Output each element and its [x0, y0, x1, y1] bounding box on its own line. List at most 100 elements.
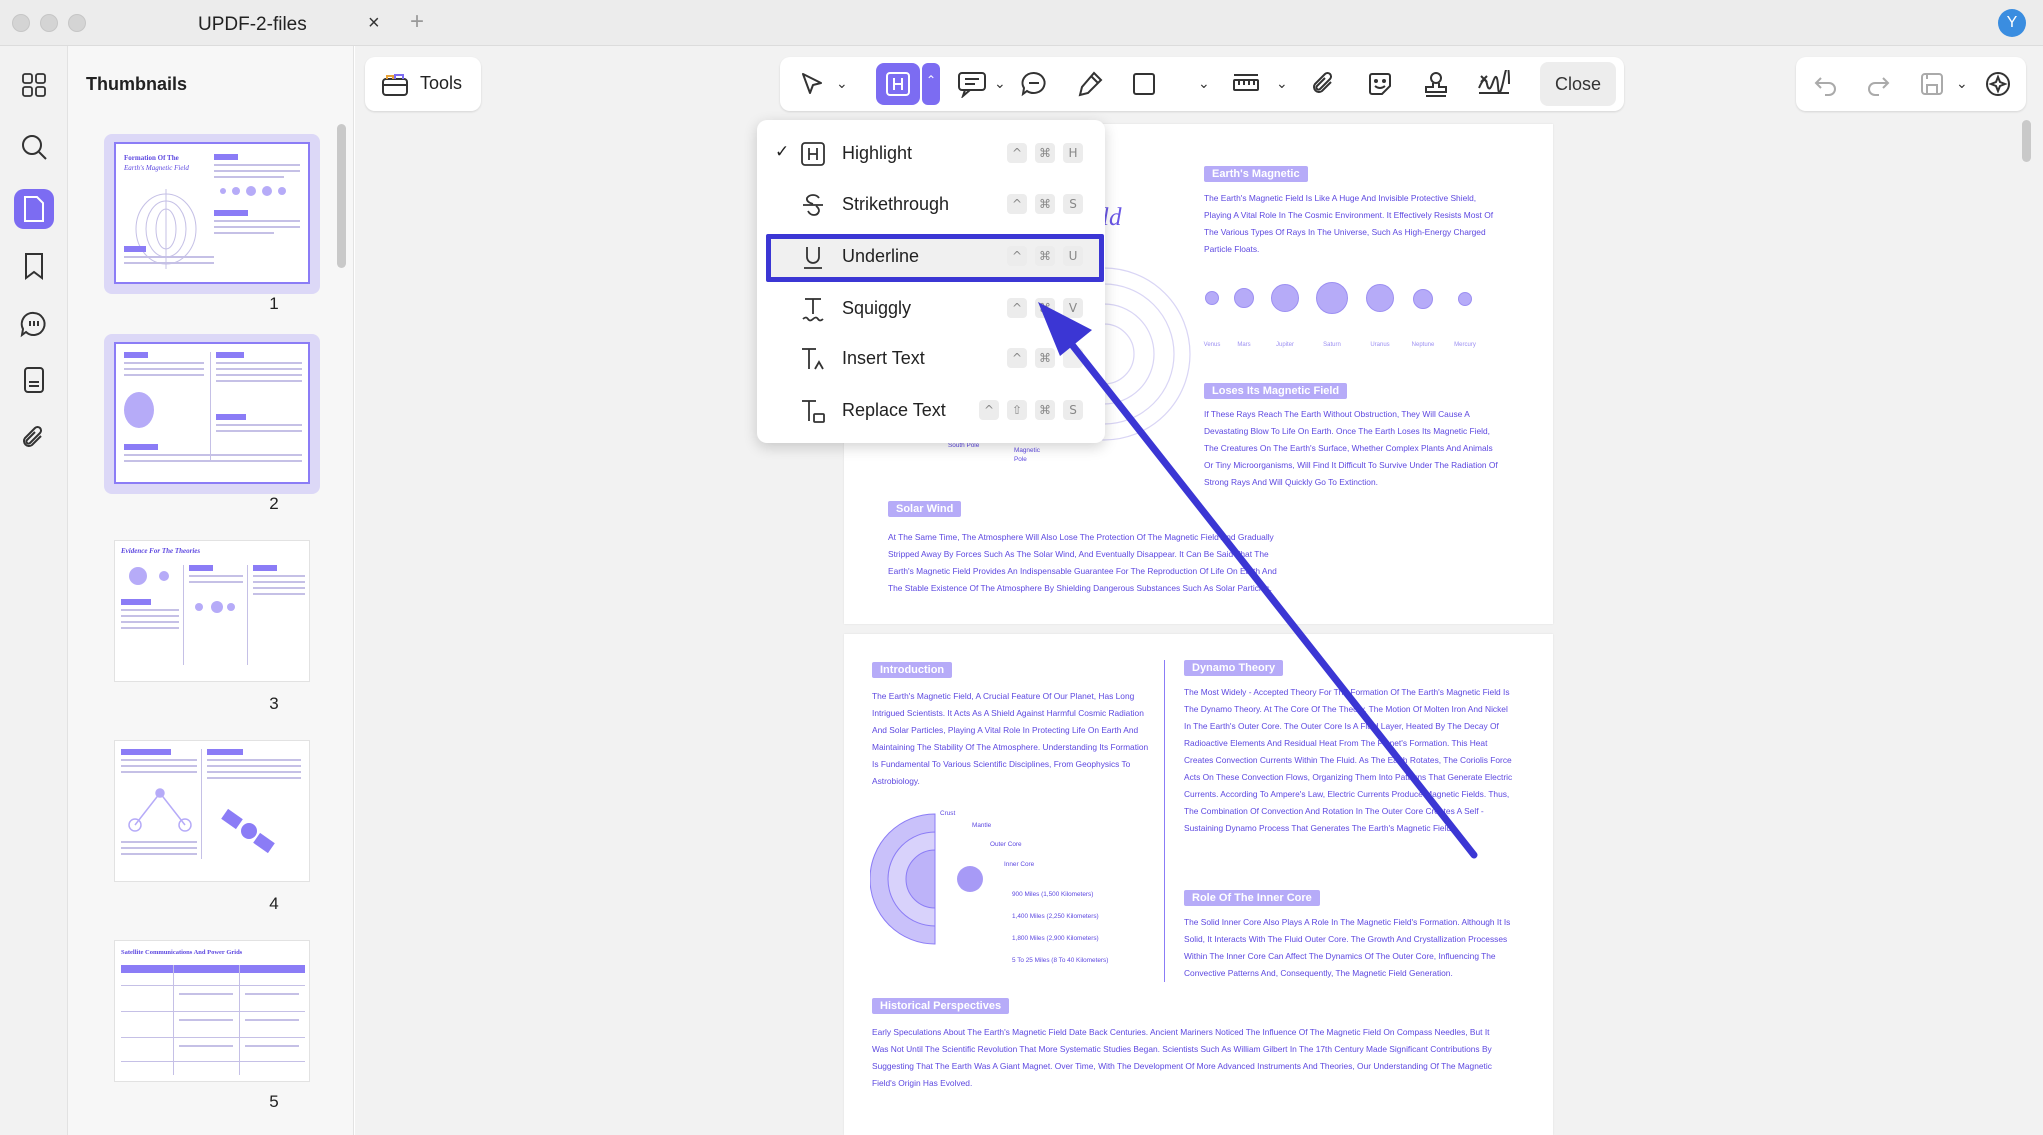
- depth-label: 1,400 Miles (2,250 Kilometers): [1012, 913, 1099, 920]
- section-tag: Role Of The Inner Core: [1184, 890, 1320, 906]
- rectangle-shape-icon[interactable]: [1126, 66, 1162, 102]
- signature-icon[interactable]: [1476, 66, 1512, 102]
- left-rail: [0, 46, 68, 1135]
- thumbnails-title: Thumbnails: [86, 74, 188, 94]
- thumb-field-diagram: [135, 189, 197, 269]
- window-zoom-button[interactable]: [68, 14, 86, 32]
- comment-bubble-icon[interactable]: [1016, 66, 1052, 102]
- key-control: ^: [1007, 298, 1027, 318]
- depth-label: 5 To 25 Miles (8 To 40 Kilometers): [1012, 957, 1109, 964]
- menu-item-replace-text[interactable]: Replace Text ^ ⇧ ⌘ S: [757, 388, 1105, 432]
- toolbox-icon: [381, 71, 409, 102]
- stamp-icon[interactable]: [1418, 66, 1454, 102]
- strikethrough-icon: [803, 194, 823, 216]
- thumbnail-page-4[interactable]: [114, 740, 310, 882]
- key-command: ⌘: [1035, 143, 1055, 163]
- attach-file-icon[interactable]: [1306, 66, 1342, 102]
- key-shift: ⇧: [1007, 400, 1027, 420]
- planet-neptune: [1413, 289, 1433, 309]
- close-toolbar-button[interactable]: Close: [1540, 62, 1616, 106]
- tab-close-icon[interactable]: ×: [368, 12, 380, 35]
- thumbnail-page-1[interactable]: Formation Of The Earth's Magnetic Field: [114, 142, 310, 284]
- planet-jupiter: [1271, 284, 1299, 312]
- key-command: ⌘: [1035, 246, 1055, 266]
- key-letter: S: [1063, 194, 1083, 214]
- key-letter: U: [1063, 246, 1083, 266]
- key-command: ⌘: [1035, 348, 1055, 368]
- depth-label: 900 Miles (1,500 Kilometers): [1012, 891, 1094, 898]
- section-tag: Solar Wind: [888, 501, 962, 517]
- section-tag: Dynamo Theory: [1184, 660, 1284, 676]
- ai-assistant-icon[interactable]: [1980, 66, 2016, 102]
- pages-icon[interactable]: [14, 360, 54, 400]
- window-minimize-button[interactable]: [40, 14, 58, 32]
- thumbnails-scrollbar[interactable]: [337, 124, 346, 268]
- document-scrollbar[interactable]: [2022, 120, 2031, 162]
- document-tab[interactable]: UPDF-2-files ×: [150, 6, 400, 40]
- thumbnail-page-5[interactable]: Satellite Communications And Power Grids: [114, 940, 310, 1082]
- chevron-down-icon[interactable]: ⌄: [1198, 75, 1210, 92]
- thumbnails-icon[interactable]: [14, 189, 54, 229]
- thumbnail-number: 3: [269, 694, 279, 713]
- depth-label: 1,800 Miles (2,900 Kilometers): [1012, 935, 1099, 942]
- paragraph: At The Same Time, The Atmosphere Will Al…: [888, 532, 1277, 593]
- menu-item-underline[interactable]: Underline ^ ⌘ U: [757, 234, 1105, 278]
- chevron-down-icon[interactable]: ⌄: [836, 75, 848, 92]
- thumb-subtitle: Earth's Magnetic Field: [124, 164, 189, 172]
- new-tab-button[interactable]: +: [410, 8, 424, 36]
- redo-icon[interactable]: [1860, 66, 1896, 102]
- menu-item-insert-text[interactable]: Insert Text ^ ⌘: [757, 336, 1105, 380]
- key-control: ^: [979, 400, 999, 420]
- chevron-down-icon[interactable]: ⌄: [994, 75, 1006, 92]
- menu-item-label: Replace Text: [842, 400, 946, 420]
- key-letter: V: [1063, 298, 1083, 318]
- section-tag: Historical Perspectives: [872, 998, 1010, 1014]
- planet-saturn: [1316, 282, 1348, 314]
- bookmark-icon[interactable]: [14, 246, 54, 286]
- planet-label: Mercury: [1454, 342, 1476, 348]
- chevron-up-icon[interactable]: ⌃: [922, 63, 940, 105]
- menu-item-label: Insert Text: [842, 348, 925, 368]
- menu-item-squiggly[interactable]: Squiggly ^ ⌘ V: [757, 286, 1105, 330]
- window-close-button[interactable]: [12, 14, 30, 32]
- annotation-toolbar: ⌄ ⌃ ⌄ ⌄ ⌄ Close: [780, 57, 1624, 111]
- planet-mercury: [1458, 292, 1472, 306]
- menu-item-label: Highlight: [842, 143, 913, 163]
- pen-icon[interactable]: [1072, 66, 1108, 102]
- tools-button[interactable]: Tools: [365, 57, 481, 111]
- user-avatar[interactable]: Y: [1998, 9, 2026, 37]
- layer-label: Crust: [940, 810, 956, 817]
- chevron-down-icon[interactable]: ⌄: [1956, 75, 1968, 92]
- attachment-icon[interactable]: [14, 418, 54, 458]
- save-icon[interactable]: [1914, 66, 1950, 102]
- sticker-icon[interactable]: [1362, 66, 1398, 102]
- thumbnail-page-3[interactable]: Evidence For The Theories: [114, 540, 310, 682]
- key-control: ^: [1007, 143, 1027, 163]
- search-icon[interactable]: [14, 127, 54, 167]
- section-tag: Loses Its Magnetic Field: [1204, 383, 1348, 399]
- insert-text-icon: [802, 348, 824, 370]
- tab-title: UPDF-2-files: [198, 14, 307, 35]
- paragraph: The Earth's Magnetic Field Is Like A Hug…: [1204, 193, 1494, 254]
- text-comment-icon[interactable]: [954, 66, 990, 102]
- key-letter: S: [1063, 400, 1083, 420]
- edit-history-toolbar: ⌄: [1796, 57, 2026, 111]
- measure-icon[interactable]: [1228, 66, 1264, 102]
- key-letter: H: [1063, 143, 1083, 163]
- menu-item-strikethrough[interactable]: Strikethrough ^ ⌘ S: [757, 182, 1105, 226]
- check-icon: ✓: [775, 142, 790, 161]
- chevron-down-icon[interactable]: ⌄: [1276, 75, 1288, 92]
- comments-icon[interactable]: [14, 304, 54, 344]
- highlight-icon[interactable]: [880, 66, 916, 102]
- thumbnail-number: 1: [269, 294, 279, 313]
- column-divider: [1164, 660, 1165, 982]
- thumbnail-number: 2: [269, 494, 279, 513]
- menu-item-highlight[interactable]: ✓ Highlight ^ ⌘ H: [757, 131, 1105, 175]
- apps-grid-icon[interactable]: [14, 65, 54, 105]
- undo-icon[interactable]: [1808, 66, 1844, 102]
- section-tag: Introduction: [872, 662, 953, 678]
- thumbnails-panel: Thumbnails Formation Of The Earth's Magn…: [68, 46, 354, 1135]
- key-control: ^: [1007, 194, 1027, 214]
- thumbnail-page-2[interactable]: [114, 342, 310, 484]
- select-pointer-icon[interactable]: [794, 66, 830, 102]
